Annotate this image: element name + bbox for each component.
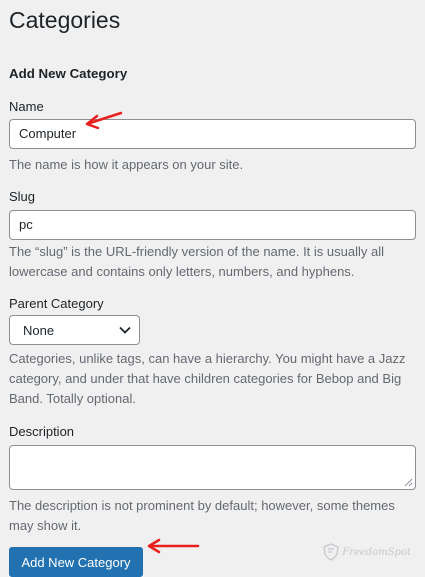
slug-input-value: pc — [19, 217, 33, 232]
name-label: Name — [9, 99, 44, 114]
description-label: Description — [9, 424, 75, 439]
parent-category-label: Parent Category — [9, 296, 104, 311]
slug-help: The “slug” is the URL-friendly version o… — [9, 244, 384, 279]
slug-label: Slug — [9, 189, 36, 204]
resize-grip-icon[interactable] — [404, 478, 413, 487]
parent-category-help: Categories, unlike tags, can have a hier… — [9, 351, 406, 406]
annotation-arrow-icon — [147, 538, 200, 554]
watermark-text: FreedomSpot — [342, 546, 411, 558]
description-help: The description is not prominent by defa… — [9, 498, 395, 533]
add-category-page: Categories Add New Category Name Compute… — [0, 0, 425, 577]
form-heading: Add New Category — [9, 66, 128, 81]
annotation-arrow-icon — [85, 111, 123, 130]
watermark: FreedomSpot — [323, 543, 411, 561]
parent-category-select[interactable]: None — [9, 315, 140, 345]
slug-input[interactable]: pc — [9, 210, 416, 240]
description-textarea[interactable] — [9, 445, 416, 490]
name-input[interactable]: Computer — [9, 119, 416, 149]
name-help: The name is how it appears on your site. — [9, 157, 244, 172]
page-title: Categories — [9, 7, 121, 33]
chevron-down-icon — [119, 326, 131, 334]
name-input-value: Computer — [19, 126, 77, 141]
shield-icon — [323, 543, 339, 561]
parent-category-selected: None — [23, 322, 55, 338]
add-new-category-button[interactable]: Add New Category — [9, 547, 143, 577]
